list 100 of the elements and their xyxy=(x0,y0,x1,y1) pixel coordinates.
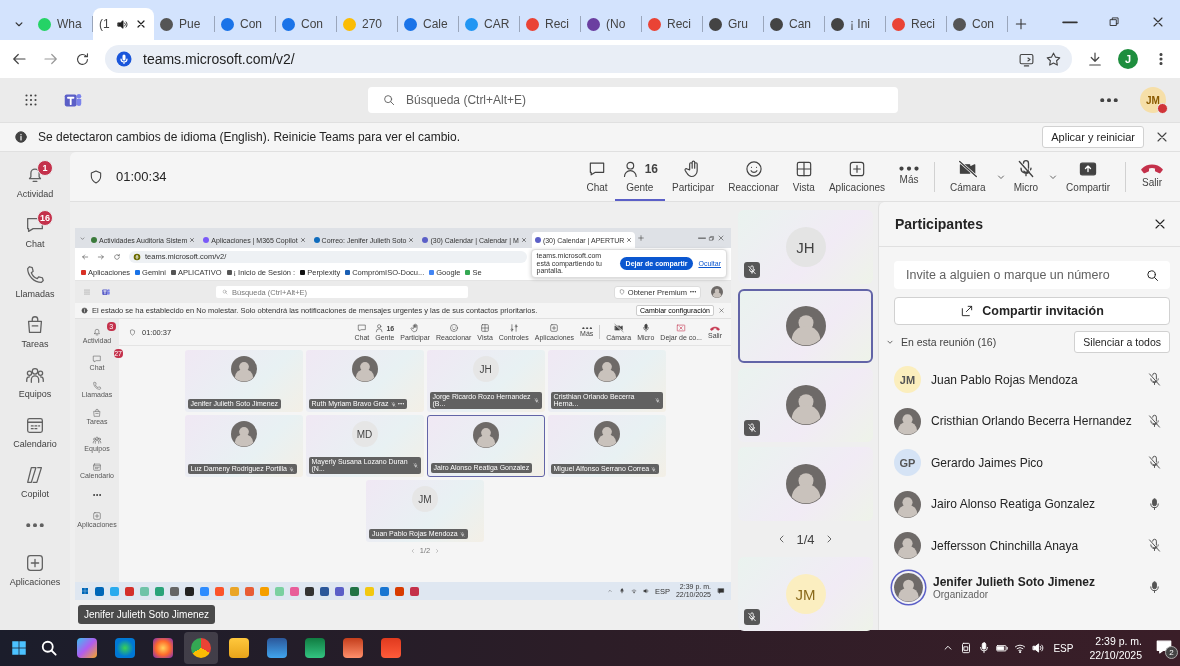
initials-avatar: JM xyxy=(785,574,826,614)
participant-name: Jenifer Julieth Soto Jimenez xyxy=(933,574,1097,589)
restore-icon[interactable] xyxy=(708,234,715,242)
site-icon xyxy=(534,237,541,243)
new-tab-icon[interactable] xyxy=(637,234,646,242)
browser-tab[interactable]: Con xyxy=(215,16,276,32)
share-button[interactable]: Compartir xyxy=(1059,152,1117,201)
start-icon[interactable] xyxy=(10,639,28,657)
rail-item[interactable]: Actividad 1 xyxy=(3,156,67,206)
browser-tab[interactable]: Reci xyxy=(642,16,703,32)
initials-avatar: JM xyxy=(894,366,921,394)
hang-up-icon xyxy=(1141,163,1163,174)
search-icon[interactable] xyxy=(39,638,59,658)
site-icon xyxy=(709,17,722,31)
site-icon xyxy=(404,17,417,31)
notification-count: 2 xyxy=(1165,646,1178,659)
more-icon xyxy=(581,326,592,330)
panel-title: Participantes xyxy=(895,216,984,232)
browser-tab[interactable]: 270 xyxy=(337,16,398,32)
browser-tab[interactable]: Pue xyxy=(154,16,215,32)
team-icon xyxy=(92,435,102,445)
participant-row[interactable]: Jeffersson Chinchilla Anaya xyxy=(879,525,1180,567)
participant-row[interactable]: GP Gerardo Jaimes Pico xyxy=(879,442,1180,484)
app-launcher-icon[interactable] xyxy=(22,91,40,109)
speaker-icon xyxy=(115,17,129,31)
wifi-icon xyxy=(1013,641,1028,655)
address-field[interactable]: teams.microsoft.com/v2/ xyxy=(105,45,1072,73)
more-apps-icon[interactable] xyxy=(26,522,44,528)
browser-tab[interactable]: CAR xyxy=(459,16,520,32)
reload-icon[interactable] xyxy=(74,50,91,68)
stop-share-icon xyxy=(676,323,687,333)
search-icon xyxy=(382,93,396,107)
rail-item[interactable]: Llamadas xyxy=(3,256,67,306)
teams-logo-icon xyxy=(101,287,111,297)
site-icon xyxy=(648,17,661,31)
participant-name: Jairo Alonso Reatiga Gonzalez xyxy=(931,497,1097,512)
toolbar-button[interactable]: Participar xyxy=(665,152,722,201)
participant-row[interactable]: Jairo Alonso Reatiga Gonzalez xyxy=(879,483,1180,525)
start-icon[interactable] xyxy=(81,587,89,595)
rail-item[interactable]: Equipos xyxy=(3,356,67,406)
participant-role: Organizador xyxy=(933,588,990,600)
mute-all-button[interactable]: Silenciar a todos xyxy=(1074,331,1170,353)
mic-off-icon xyxy=(459,531,465,537)
forward-icon[interactable] xyxy=(97,252,105,261)
site-icon xyxy=(526,17,539,31)
bell-icon xyxy=(92,327,102,337)
toolbar-button[interactable]: Reaccionar xyxy=(721,152,786,201)
browser-tab[interactable]: Con xyxy=(947,16,1008,32)
leave-button[interactable]: Salir xyxy=(1134,152,1170,201)
toolbar-button[interactable]: Vista xyxy=(785,152,822,201)
browser-tab[interactable]: Gru xyxy=(703,16,764,32)
toolbar-button[interactable]: Chat xyxy=(579,152,615,201)
invite-field[interactable]: Invite a alguien o marque un número xyxy=(894,261,1170,289)
microphone-button[interactable]: Micro xyxy=(1006,152,1046,201)
toolbar-button[interactable]: Más xyxy=(892,152,927,201)
browser-tab[interactable]: (1 xyxy=(93,8,154,40)
apply-restart-button[interactable]: Aplicar y reiniciar xyxy=(1042,126,1144,148)
phone-icon xyxy=(92,381,102,391)
browser-tab[interactable]: Cale xyxy=(398,16,459,32)
share-invitation-button[interactable]: Compartir invitación xyxy=(894,297,1170,325)
bag-icon xyxy=(92,408,102,418)
hang-up-icon xyxy=(710,325,720,331)
site-icon xyxy=(343,17,356,31)
profile-avatar[interactable]: J xyxy=(1118,49,1138,69)
rail-item[interactable]: Chat 16 xyxy=(3,206,67,256)
notification-center[interactable]: 2 xyxy=(1154,637,1176,659)
search-field[interactable]: Búsqueda (Ctrl+Alt+E) xyxy=(368,87,898,113)
rail-item[interactable]: Copilot xyxy=(3,456,67,506)
site-icon xyxy=(203,237,210,243)
initials-avatar: MD xyxy=(351,421,378,447)
download-icon[interactable] xyxy=(1086,50,1104,68)
toolbar-button[interactable]: 16 Gente xyxy=(614,152,665,201)
bookmark-star-icon[interactable] xyxy=(1045,50,1062,68)
browser-tab[interactable]: (No xyxy=(581,16,642,32)
rail-item[interactable]: Aplicaciones xyxy=(3,544,67,594)
user-avatar xyxy=(472,422,499,448)
rail-item[interactable]: Tareas xyxy=(3,306,67,356)
toolbar-button[interactable]: Aplicaciones xyxy=(821,152,893,201)
taskbar-app[interactable] xyxy=(184,632,218,664)
camera-button[interactable]: Cámara xyxy=(943,152,993,201)
rail-item[interactable]: Calendario xyxy=(3,406,67,456)
browser-tab[interactable]: ¡ Ini xyxy=(825,16,886,32)
user-avatar[interactable]: JM xyxy=(1140,87,1166,113)
browser-tab[interactable]: Reci xyxy=(886,16,947,32)
participant-row[interactable]: Cristhian Orlando Becerra Hernandez xyxy=(879,400,1180,442)
search-placeholder: Búsqueda (Ctrl+Alt+E) xyxy=(406,93,527,107)
more-options-icon[interactable] xyxy=(1100,97,1118,103)
initials-avatar: JM xyxy=(412,486,438,512)
add-app-icon xyxy=(549,323,560,333)
premium-icon xyxy=(618,289,625,295)
minimize-icon[interactable] xyxy=(698,236,706,240)
new-tab-icon[interactable] xyxy=(1013,16,1029,32)
browser-tab[interactable]: Can xyxy=(764,16,825,32)
notifications-icon[interactable] xyxy=(717,587,725,595)
info-icon xyxy=(14,130,28,144)
browser-tab[interactable]: Con xyxy=(276,16,337,32)
participant-row[interactable]: Jenifer Julieth Soto Jimenez Organizador xyxy=(879,566,1180,608)
participant-row[interactable]: JM Juan Pablo Rojas Mendoza xyxy=(879,359,1180,401)
mic-off-icon xyxy=(390,401,396,407)
browser-tab[interactable]: Reci xyxy=(520,16,581,32)
